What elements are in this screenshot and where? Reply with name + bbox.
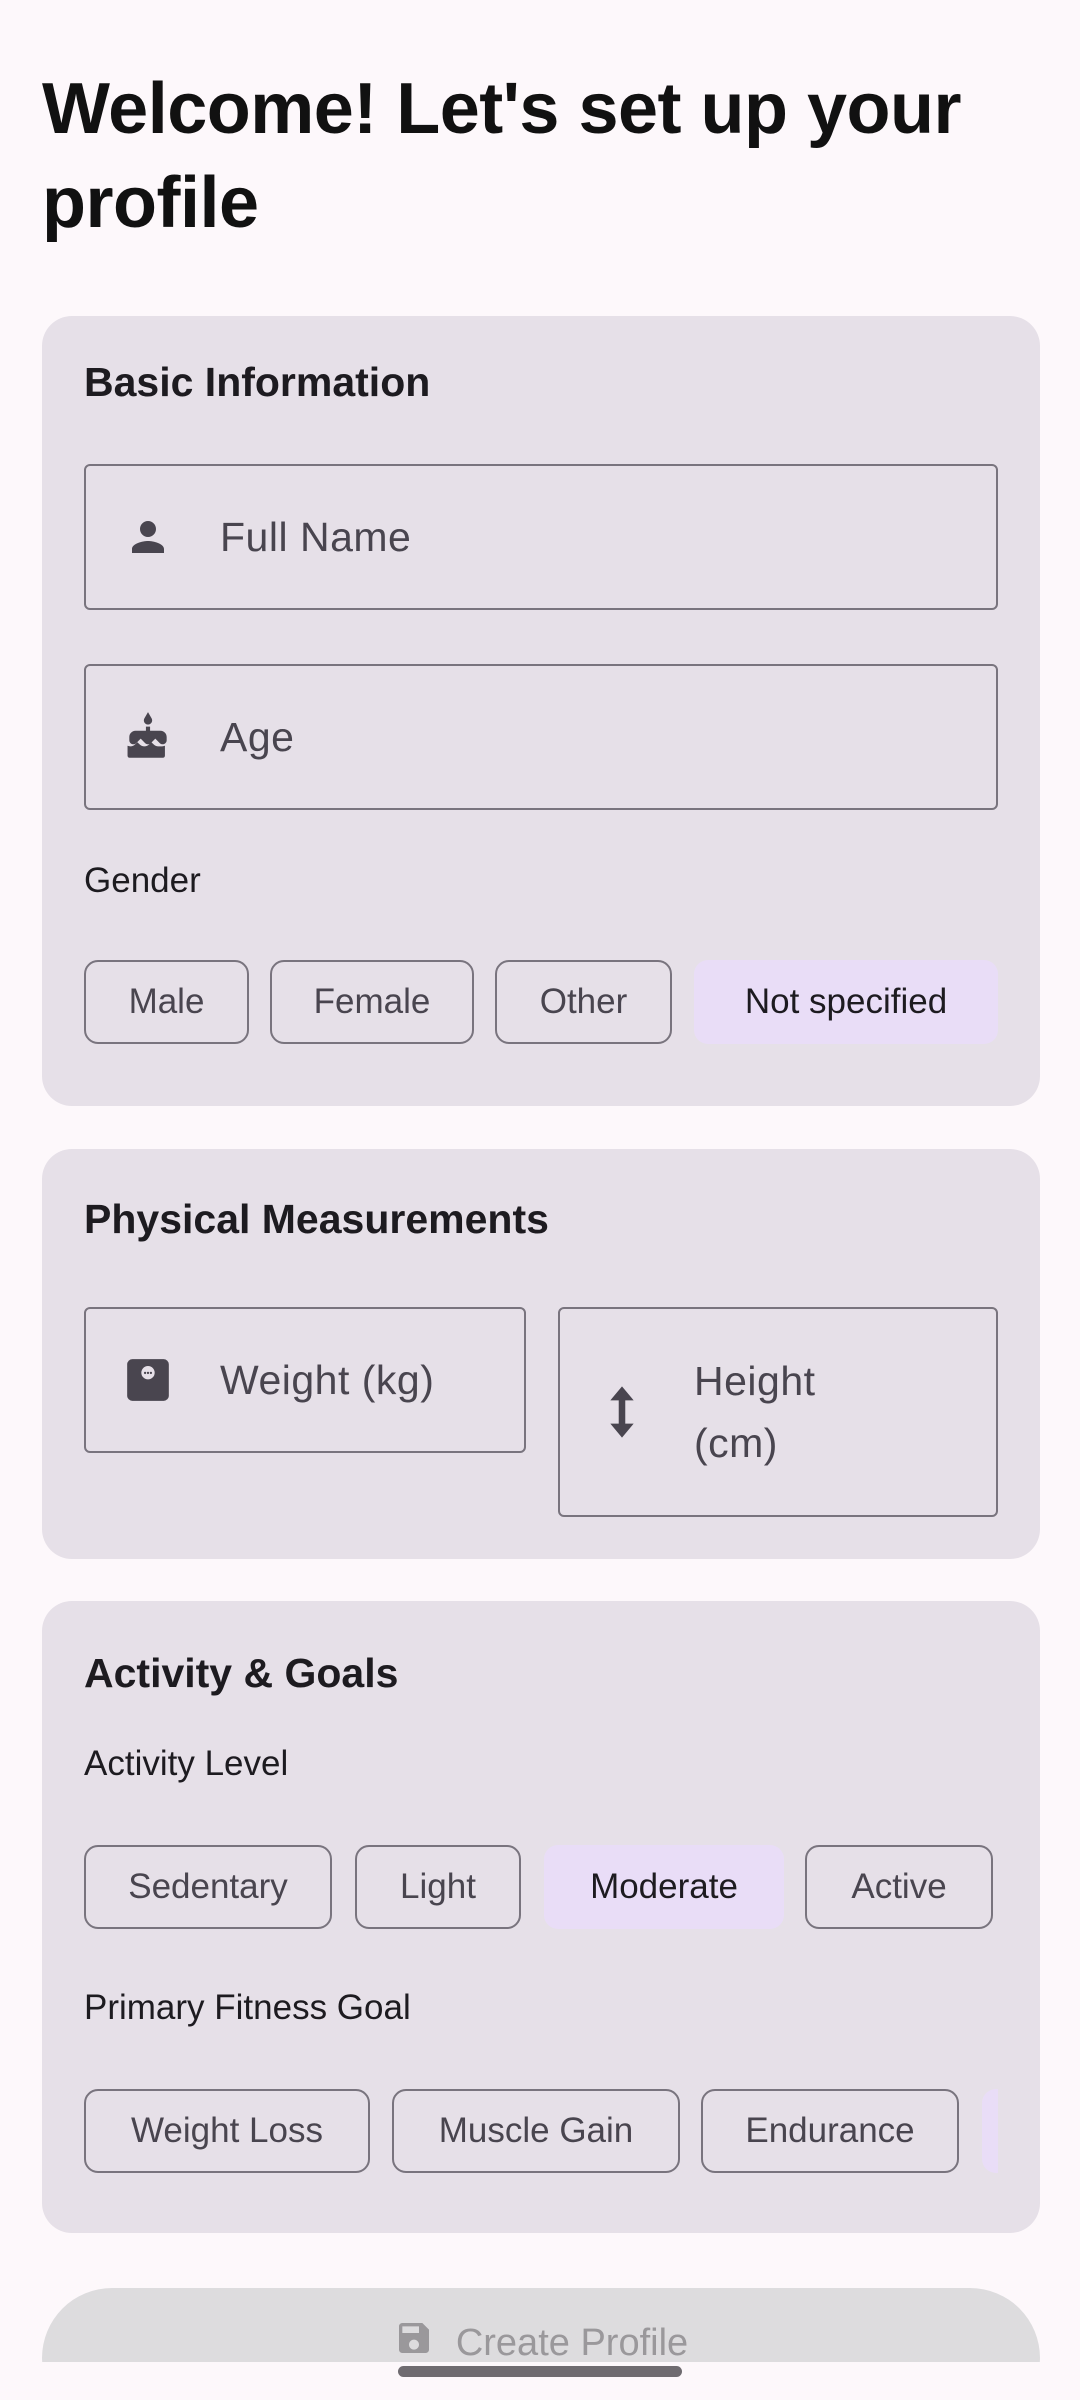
full-name-placeholder: Full Name	[220, 514, 412, 560]
save-icon	[394, 2318, 434, 2368]
profile-setup-screen: Welcome! Let's set up your profile Basic…	[0, 0, 1080, 2400]
physical-measurements-card: Physical Measurements Weight (kg) Height…	[42, 1149, 1040, 1559]
gender-label: Gender	[84, 861, 201, 900]
create-profile-label: Create Profile	[455, 2321, 689, 2364]
basic-information-card: Basic Information Full Name Age Gender M…	[42, 316, 1040, 1106]
fitness-goal-label: Primary Fitness Goal	[84, 1988, 411, 2027]
page-title: Welcome! Let's set up your profile	[42, 69, 962, 243]
gender-chip-not-specified[interactable]: Not specified	[694, 960, 998, 1044]
create-profile-content: Create Profile	[42, 2318, 1040, 2368]
activity-goals-card: Activity & Goals Activity Level Sedentar…	[42, 1601, 1040, 2233]
gender-chip-other[interactable]: Other	[495, 960, 672, 1044]
full-name-field[interactable]: Full Name	[84, 464, 998, 610]
height-placeholder-line2: (cm)	[694, 1420, 778, 1466]
cake-icon	[122, 711, 174, 763]
vertical-arrows-icon	[596, 1386, 648, 1438]
scale-icon	[122, 1354, 174, 1406]
age-field[interactable]: Age	[84, 664, 998, 810]
activity-chip-active[interactable]: Active	[805, 1845, 993, 1929]
goal-chip-endurance[interactable]: Endurance	[701, 2089, 959, 2173]
basic-information-title: Basic Information	[84, 359, 431, 405]
activity-chip-moderate[interactable]: Moderate	[544, 1845, 784, 1929]
activity-chip-light[interactable]: Light	[355, 1845, 521, 1929]
goal-chip-overflow[interactable]	[982, 2089, 998, 2173]
weight-field[interactable]: Weight (kg)	[84, 1307, 526, 1453]
physical-measurements-title: Physical Measurements	[84, 1196, 549, 1242]
goal-chip-muscle-gain[interactable]: Muscle Gain	[392, 2089, 680, 2173]
gender-chip-male[interactable]: Male	[84, 960, 249, 1044]
height-placeholder-line1: Height	[694, 1358, 816, 1404]
gender-chip-female[interactable]: Female	[270, 960, 474, 1044]
activity-level-label: Activity Level	[84, 1744, 289, 1783]
goal-chip-weight-loss[interactable]: Weight Loss	[84, 2089, 370, 2173]
height-field[interactable]: Height (cm)	[558, 1307, 998, 1517]
height-placeholder: Height (cm)	[694, 1350, 816, 1474]
activity-chip-sedentary[interactable]: Sedentary	[84, 1845, 332, 1929]
age-placeholder: Age	[220, 714, 295, 760]
weight-placeholder: Weight (kg)	[220, 1357, 435, 1403]
gesture-navigation-handle[interactable]	[398, 2366, 682, 2377]
person-icon	[122, 511, 174, 563]
activity-goals-title: Activity & Goals	[84, 1650, 399, 1696]
